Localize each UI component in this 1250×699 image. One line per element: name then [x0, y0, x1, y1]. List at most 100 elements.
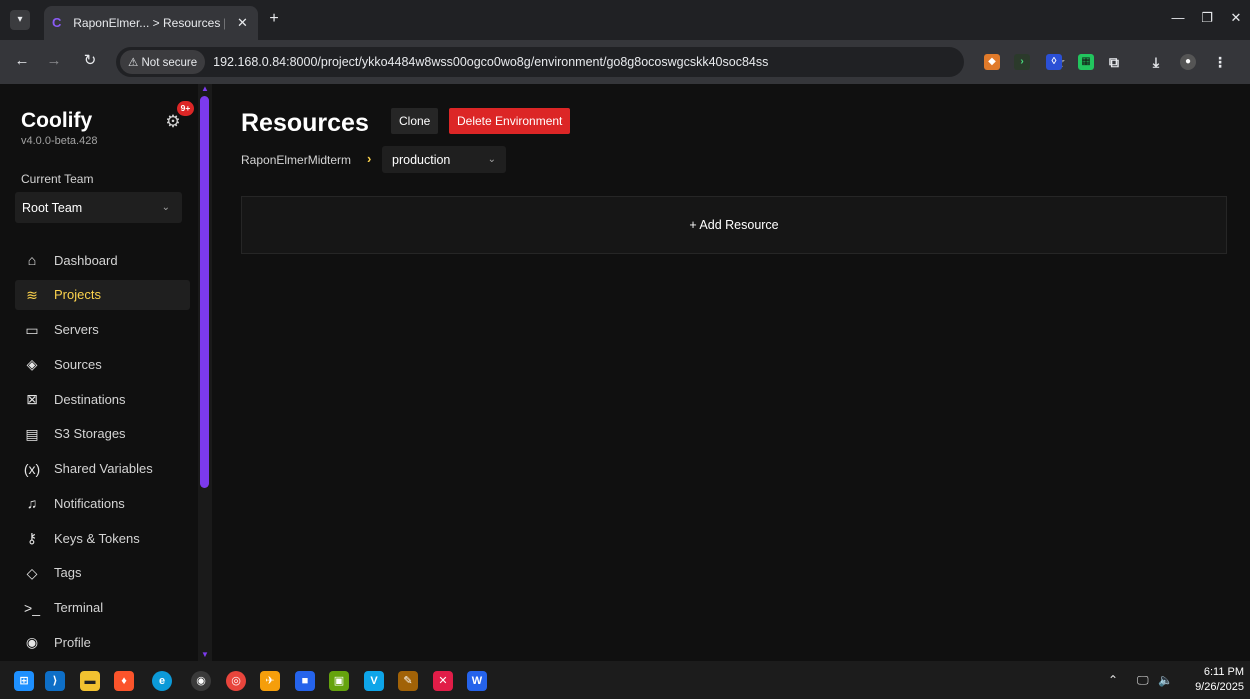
tag-icon: ◇ [26, 564, 38, 581]
tab-search-chevron-icon[interactable]: ▾ [10, 10, 30, 30]
sidebar-item-servers[interactable]: ▭ Servers [15, 315, 190, 345]
clone-button[interactable]: Clone [391, 108, 439, 134]
address-bar[interactable]: ⚠ Not secure 192.168.0.84:8000/project/y… [116, 47, 1066, 77]
chevron-down-icon: ⌄ [161, 202, 170, 213]
sidebar-item-notifications[interactable]: ♫ Notifications [15, 488, 190, 518]
vscode-icon[interactable]: ⟩ [45, 671, 65, 691]
profile-icon: ◉ [25, 634, 39, 651]
sidebar-item-destinations[interactable]: ⊠ Destinations [15, 384, 190, 414]
sidebar-item-label: Servers [54, 322, 99, 337]
app-dark-icon[interactable]: ◉ [191, 671, 211, 691]
current-team-label: Current Team [21, 172, 94, 186]
sidebar-item-shared-variables[interactable]: (x) Shared Variables [15, 454, 190, 484]
sidebar-item-keys-tokens[interactable]: ⚷ Keys & Tokens [15, 523, 190, 553]
scroll-down-arrow-icon[interactable]: ▼ [201, 650, 209, 659]
sidebar-item-label: Tags [54, 565, 82, 581]
os-taskbar: ⊞ ⟩ ▬ ♦ e ◉ ◎ ✈ ■ ▣ V ✎ ✕ W ⌃ 🖵 🔈 6:11 P… [0, 661, 1250, 699]
windows-start-icon[interactable]: ⊞ [14, 671, 34, 691]
delete-environment-button[interactable]: Delete Environment [449, 108, 571, 134]
url-text[interactable]: 192.168.0.84:8000/project/ykko4484w8wss0… [213, 55, 913, 69]
key-icon: ⚷ [26, 530, 38, 546]
app-photo-icon[interactable]: ▣ [329, 671, 349, 691]
terminal-icon: >_ [24, 599, 40, 616]
xampp-icon[interactable]: ✕ [433, 671, 453, 691]
breadcrumb-project-link[interactable]: RaponElmerMidterm [241, 153, 351, 167]
browser-tab[interactable]: C RaponElmer... > Resources | Co ✕ [44, 6, 258, 40]
forward-icon[interactable]: → [44, 52, 64, 70]
add-resource-label: + Add Resource [689, 218, 779, 232]
sidebar-item-label: Projects [54, 287, 101, 303]
environment-select-value: production [392, 152, 451, 167]
reload-icon[interactable]: ↻ [80, 52, 100, 70]
extension-terminal-icon[interactable]: › [1014, 54, 1030, 70]
app-paint-icon[interactable]: ✎ [398, 671, 418, 691]
database-icon: ▤ [25, 425, 39, 442]
clock-date[interactable]: 9/26/2025 [1184, 681, 1244, 693]
downloads-icon[interactable]: ⤓ [1148, 54, 1164, 70]
team-select-value: Root Team [22, 200, 83, 215]
close-window-icon[interactable]: ✕ [1226, 10, 1246, 26]
not-secure-chip[interactable]: ⚠ Not secure [120, 50, 206, 74]
app-bird-icon[interactable]: ✈ [260, 671, 280, 691]
chevron-down-icon: ⌄ [487, 154, 496, 165]
network-icon[interactable]: 🖵 [1137, 673, 1149, 688]
sidebar: Coolify v4.0.0-beta.428 ⚙ 9+ Current Tea… [0, 84, 198, 661]
file-explorer-icon[interactable]: ▬ [80, 671, 100, 691]
tab-close-icon[interactable]: ✕ [235, 15, 250, 31]
add-resource-button[interactable]: + Add Resource [241, 196, 1227, 254]
sidebar-item-label: Destinations [54, 391, 126, 407]
variable-icon: (x) [23, 460, 41, 477]
settings-gear-icon[interactable]: ⚙ [164, 112, 182, 132]
extension-shield-icon[interactable]: ◊ [1046, 54, 1062, 70]
new-tab-button[interactable]: + [266, 11, 282, 27]
sidebar-item-profile[interactable]: ◉ Profile [15, 627, 190, 657]
git-icon: ◈ [26, 356, 38, 373]
sidebar-item-label: Keys & Tokens [54, 530, 140, 546]
extensions-puzzle-icon[interactable]: ⧉ [1106, 54, 1122, 70]
brave-browser-icon[interactable]: ♦ [114, 671, 134, 691]
destination-icon: ⊠ [26, 391, 38, 407]
server-icon: ▭ [25, 321, 39, 338]
back-icon[interactable]: ← [12, 52, 32, 70]
app-vs-icon[interactable]: V [364, 671, 384, 691]
sidebar-item-label: Notifications [54, 495, 125, 511]
tray-chevron-up-icon[interactable]: ⌃ [1108, 673, 1118, 687]
browser-menu-icon[interactable]: ⋮ [1212, 54, 1228, 70]
sidebar-item-tags[interactable]: ◇ Tags [15, 558, 190, 588]
profile-avatar-icon[interactable]: ● [1180, 54, 1196, 70]
sidebar-item-dashboard[interactable]: ⌂ Dashboard [15, 245, 190, 275]
brand-logo[interactable]: Coolify [21, 109, 92, 133]
word-icon[interactable]: W [467, 671, 487, 691]
page-title: Resources [241, 109, 369, 137]
extension-grid-icon[interactable]: ▦ [1078, 54, 1094, 70]
tab-title: RaponElmer... > Resources | Co [73, 16, 225, 30]
sidebar-scrollbar[interactable]: ▲ ▼ [198, 84, 212, 661]
edge-browser-icon[interactable]: e [152, 671, 172, 691]
sidebar-item-label: Dashboard [54, 252, 118, 268]
main-content: Resources Clone Delete Environment Rapon… [212, 84, 1250, 661]
sidebar-item-terminal[interactable]: >_ Terminal [15, 593, 190, 623]
volume-icon[interactable]: 🔈 [1158, 673, 1173, 687]
sidebar-item-label: S3 Storages [54, 426, 126, 442]
restore-icon[interactable]: ❐ [1197, 10, 1217, 26]
extension-fox-icon[interactable]: ◆ [984, 54, 1000, 70]
sidebar-nav: ⌂ Dashboard ≋ Projects ▭ Servers ◈ Sources ⊠ Dest… [15, 245, 190, 662]
sidebar-item-s3-storages[interactable]: ▤ S3 Storages [15, 419, 190, 449]
sidebar-item-label: Shared Variables [54, 461, 153, 476]
environment-select[interactable]: production ⌄ [382, 146, 506, 173]
sidebar-item-projects[interactable]: ≋ Projects [15, 279, 190, 310]
minimize-icon[interactable]: — [1168, 10, 1188, 25]
scrollbar-thumb[interactable] [200, 96, 209, 488]
chrome-icon[interactable]: ◎ [226, 671, 246, 691]
app-store-icon[interactable]: ■ [295, 671, 315, 691]
sidebar-item-label: Sources [54, 356, 102, 372]
home-icon: ⌂ [27, 252, 37, 268]
layers-icon: ≋ [26, 286, 38, 303]
team-select[interactable]: Root Team ⌄ [15, 192, 182, 223]
scroll-up-arrow-icon[interactable]: ▲ [201, 84, 209, 93]
sidebar-item-label: Profile [54, 634, 91, 650]
browser-tabstrip: ▾ C RaponElmer... > Resources | Co ✕ + —… [0, 0, 1250, 40]
version-label: v4.0.0-beta.428 [21, 135, 98, 147]
clock-time[interactable]: 6:11 PM [1196, 666, 1244, 678]
sidebar-item-sources[interactable]: ◈ Sources [15, 349, 190, 379]
